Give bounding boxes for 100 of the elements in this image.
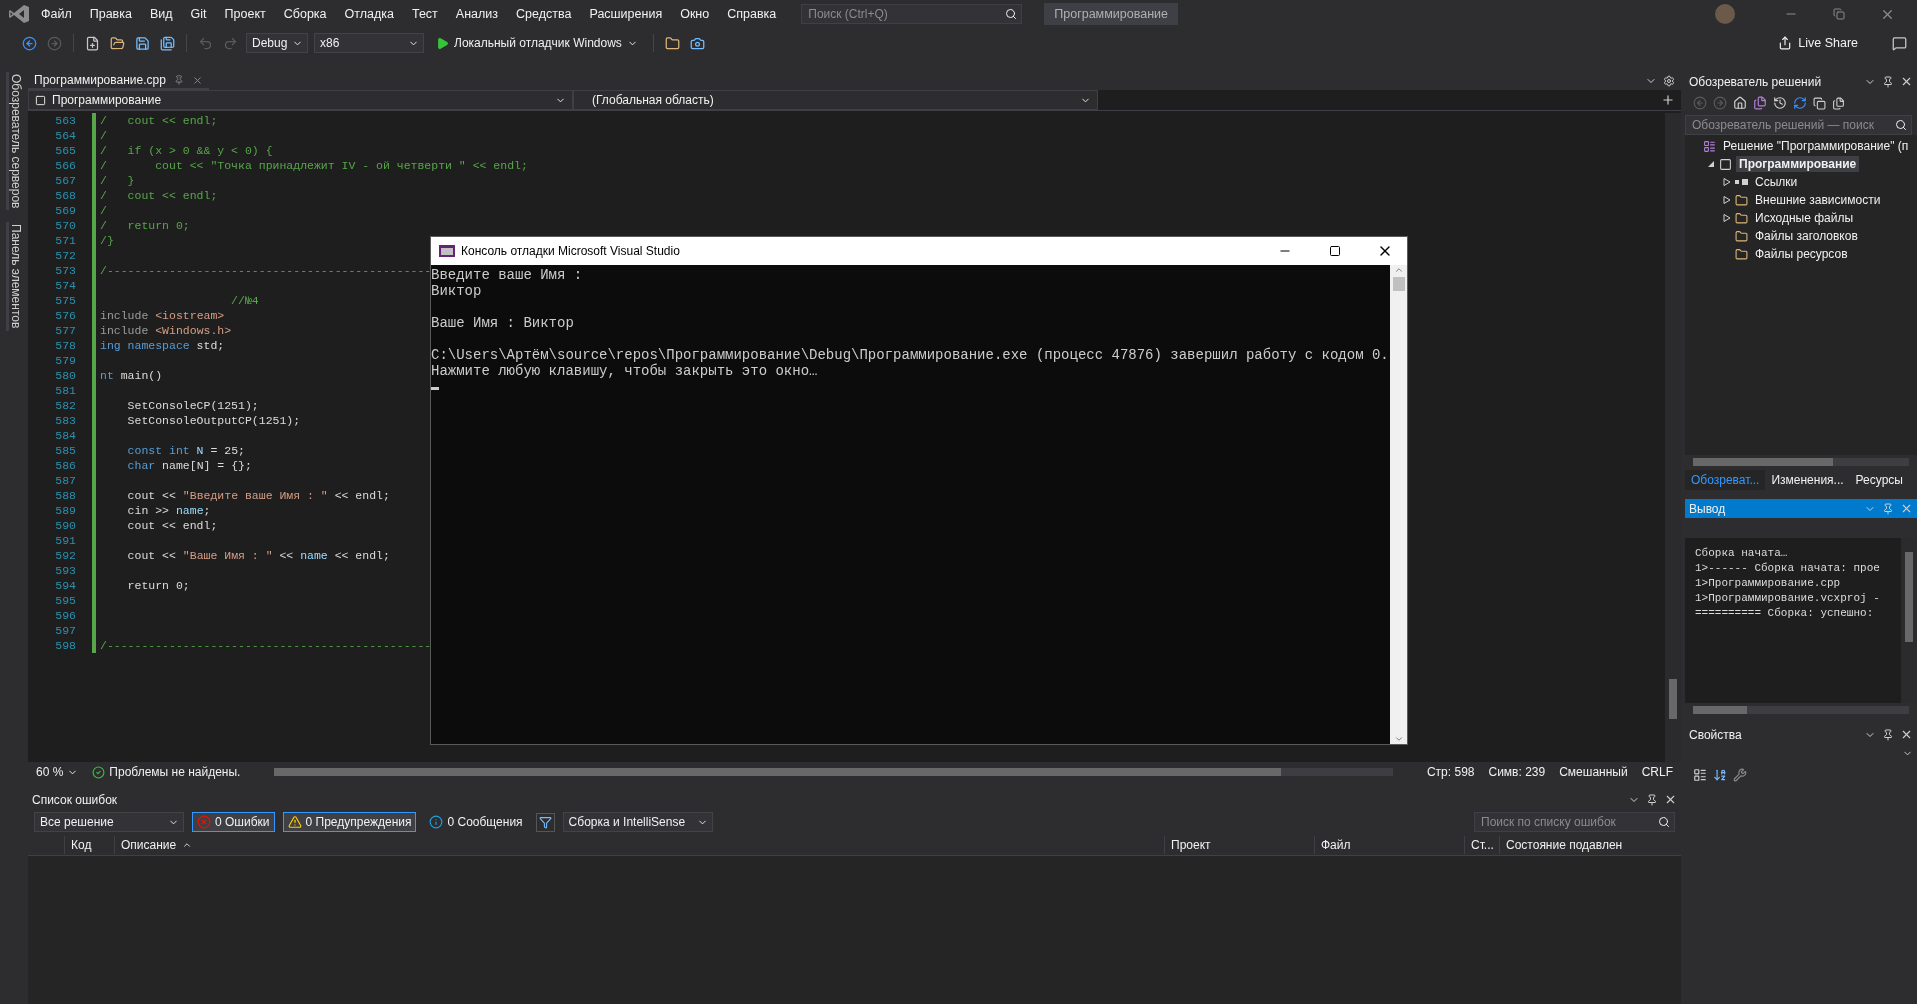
scope-dropdown[interactable]: (Глобальная область)	[573, 90, 1098, 110]
wrench-icon[interactable]	[1733, 768, 1747, 782]
collapsed-arrow-icon[interactable]	[1723, 178, 1731, 186]
menu-item[interactable]: Анализ	[448, 4, 506, 24]
line-number: 598	[55, 638, 76, 653]
line-number: 585	[55, 443, 76, 458]
configuration-dropdown[interactable]: Debug	[246, 33, 308, 53]
platform-dropdown[interactable]: x86	[314, 33, 424, 53]
tree-item[interactable]: Решение "Программирование" (п	[1720, 138, 1912, 154]
collapsed-arrow-icon[interactable]	[1723, 196, 1731, 204]
side-tab[interactable]: Панель элементов	[5, 222, 23, 331]
refresh-icon[interactable]	[1793, 96, 1807, 110]
scrollbar[interactable]	[1390, 265, 1407, 744]
app-logo	[8, 3, 30, 25]
menu-item[interactable]: Тест	[405, 4, 445, 24]
panel-tab[interactable]: Ресурсы	[1849, 470, 1909, 490]
scrollbar[interactable]	[1901, 538, 1917, 703]
settings-icon[interactable]	[1663, 75, 1675, 87]
panel-title: Обозреватель решений	[1689, 74, 1822, 89]
scroll-thumb[interactable]	[1392, 277, 1405, 291]
references-icon	[1735, 178, 1748, 186]
scope-dropdown[interactable]: Все решение	[34, 812, 184, 832]
menu-item[interactable]: Отладка	[337, 4, 401, 24]
code-line: / return 0;	[100, 218, 190, 233]
column-header[interactable]: Файл	[1314, 836, 1464, 854]
project-dropdown[interactable]: Программирование	[28, 90, 573, 110]
close-icon[interactable]	[1900, 75, 1913, 88]
panel-tab[interactable]: Изменения...	[1765, 470, 1850, 490]
column-header[interactable]: Код	[64, 836, 114, 854]
zoom-dropdown[interactable]: 60 %	[36, 765, 79, 779]
line-number: 581	[55, 383, 76, 398]
tree-item[interactable]: Программирование	[1736, 156, 1860, 172]
tree-item[interactable]: Файлы ресурсов	[1752, 246, 1851, 262]
code-line: char name[N] = {};	[126, 458, 252, 473]
code-line: cout << "Ваше Имя : " << name << endl;	[126, 548, 390, 563]
categorized-icon[interactable]	[1693, 768, 1707, 782]
tree-item[interactable]: Файлы заголовков	[1752, 228, 1861, 244]
scrollbar[interactable]	[1693, 458, 1909, 466]
line-number: 567	[55, 173, 76, 188]
menu-item[interactable]: Правка	[82, 4, 139, 24]
tree-item[interactable]: Внешние зависимости	[1752, 192, 1884, 208]
code-line: / cout << "Точка принадлежит IV - ой четверти " << endl;	[100, 158, 528, 173]
pin-icon[interactable]	[1882, 728, 1894, 741]
scroll-thumb[interactable]	[1693, 458, 1834, 466]
history-icon[interactable]	[1773, 96, 1787, 110]
menu-item[interactable]: Сборка	[276, 4, 334, 24]
filter-button[interactable]	[535, 812, 555, 832]
scroll-thumb[interactable]	[1669, 679, 1677, 719]
line-number: 570	[55, 218, 76, 233]
pin-icon[interactable]	[1646, 793, 1658, 806]
menu-item[interactable]: Файл	[34, 4, 79, 24]
scrollbar[interactable]	[1693, 706, 1909, 714]
line-number: 578	[55, 338, 76, 353]
collapsed-arrow-icon[interactable]	[1723, 214, 1731, 222]
close-icon[interactable]	[1900, 728, 1913, 741]
console-icon	[439, 245, 455, 257]
column-header[interactable]: Проект	[1164, 836, 1314, 854]
source-dropdown[interactable]: Сборка и IntelliSense	[562, 812, 713, 832]
warning-icon	[287, 815, 302, 829]
column-header[interactable]: Состояние подавлен	[1499, 836, 1639, 854]
status-text: CRLF	[1641, 765, 1673, 779]
code-line: SetConsoleCP(1251);	[126, 398, 259, 413]
pin-icon[interactable]	[1882, 75, 1894, 88]
line-number: 597	[55, 623, 76, 638]
panel-tab[interactable]: Обозреват...	[1685, 470, 1766, 490]
tree-item[interactable]: Исходные файлы	[1752, 210, 1857, 226]
menu-item[interactable]: Окно	[673, 4, 717, 24]
menu-item[interactable]: Проект	[217, 4, 273, 24]
side-tab[interactable]: Обозреватель серверов	[5, 72, 23, 211]
files-icon[interactable]	[1753, 96, 1767, 110]
console-line: Нажмите любую клавишу, чтобы закрыть это окно…	[431, 363, 818, 379]
code-line: //№4	[230, 293, 259, 308]
run-button[interactable]: Локальный отладчик Windows	[430, 35, 644, 51]
tree-item[interactable]: Ссылки	[1752, 174, 1801, 190]
menu-item[interactable]: Расширения	[582, 4, 670, 24]
funnel-icon	[538, 815, 552, 829]
project-icon	[35, 94, 46, 106]
issues-status: Проблемы не найдены.	[109, 765, 241, 779]
menu-item[interactable]: Средства	[509, 4, 579, 24]
filter-toggle[interactable]: 0 Сообщения	[424, 812, 528, 832]
home-icon[interactable]	[1733, 96, 1747, 110]
menu-item[interactable]: Git	[183, 4, 214, 24]
menu-item[interactable]: Справка	[720, 4, 784, 24]
scroll-thumb[interactable]	[1693, 706, 1747, 714]
code-line: cin >> name;	[126, 503, 211, 518]
menu-item[interactable]: Вид	[142, 4, 180, 24]
expanded-arrow-icon[interactable]	[1707, 160, 1715, 168]
line-number: 595	[55, 593, 76, 608]
sort-icon[interactable]	[1713, 768, 1727, 782]
close-icon[interactable]	[1664, 793, 1677, 806]
column-header[interactable]: Ст...	[1464, 836, 1499, 854]
line-number: 572	[55, 248, 76, 263]
live-share-button[interactable]: Live Share	[1772, 35, 1864, 51]
column-header[interactable]: Описание	[114, 836, 1164, 854]
document-tab[interactable]: Программирование.cpp	[28, 72, 209, 90]
filter-toggle[interactable]: 0 Предупреждения	[282, 812, 417, 832]
pages-icon[interactable]	[1832, 96, 1845, 110]
scroll-thumb[interactable]	[1905, 552, 1913, 642]
split-icon[interactable]	[1661, 93, 1675, 107]
filter-toggle[interactable]: 0 Ошибки	[192, 812, 275, 832]
